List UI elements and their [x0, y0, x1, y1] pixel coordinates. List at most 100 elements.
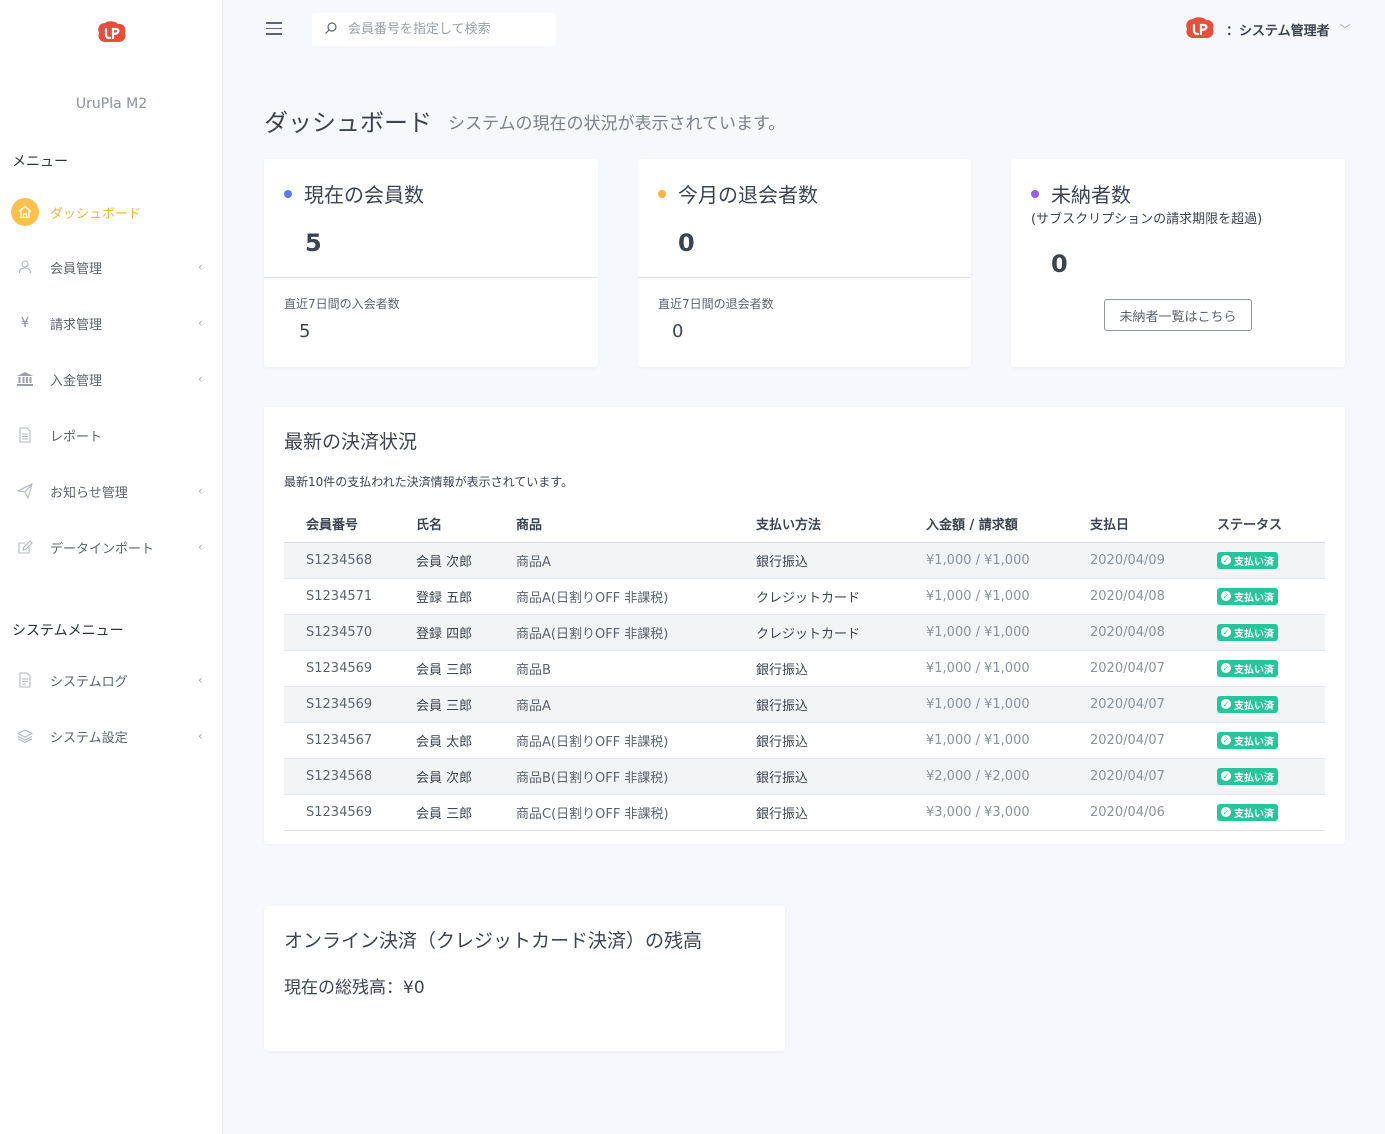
status-badge: ✓ 支払い済	[1217, 587, 1278, 605]
unpaid-note: (サブスクリプションの請求期限を超過)	[1031, 212, 1263, 227]
table-row[interactable]: S1234569 会員 三郎 商品C(日割りOFF 非課税) 銀行振込 ¥3,000 /…	[284, 794, 1325, 831]
member-id-cell: S1234568	[284, 758, 394, 795]
members-card-title: 現在の会員数	[284, 179, 424, 208]
withdrawals-card-title: 今月の退会者数	[658, 179, 818, 208]
status-badge: ✓ 支払い済	[1217, 551, 1278, 569]
member-id-cell: S1234569	[284, 794, 394, 831]
send-icon	[14, 480, 36, 502]
balance-card: オンライン決済（クレジットカード決済）の残高 現在の総残高：¥0	[264, 906, 785, 1051]
payment-method-cell: 銀行振込	[734, 722, 904, 759]
status-label: 支払い済	[1234, 664, 1274, 676]
payments-title: 最新の決済状況	[284, 431, 418, 453]
table-row[interactable]: S1234571 登録 五郎 商品A(日割りOFF 非課税) クレジットカード ¥1,0…	[284, 578, 1325, 615]
name-cell: 会員 次郎	[394, 542, 494, 579]
table-row[interactable]: S1234569 会員 三郎 商品B 銀行振込 ¥1,000 / ¥1,000 2020/…	[284, 650, 1325, 687]
payment-method-cell: 銀行振込	[734, 686, 904, 723]
name-cell: 会員 三郎	[394, 650, 494, 687]
sidebar-item-system-settings[interactable]: システム設定 ‹	[0, 718, 223, 754]
chevron-left-icon: ‹	[198, 729, 203, 743]
name-cell: 会員 次郎	[394, 758, 494, 795]
new-members-count: 5	[299, 321, 311, 342]
unpaid-card-title: 未納者数	[1031, 179, 1131, 208]
status-badge: ✓ 支払い済	[1217, 731, 1278, 749]
edit-icon	[14, 536, 36, 558]
table-row[interactable]: S1234567 会員 太郎 商品A(日割りOFF 非課税) 銀行振込 ¥1,000 /…	[284, 722, 1325, 759]
status-label: 支払い済	[1234, 556, 1274, 568]
payment-method-cell: 銀行振込	[734, 794, 904, 831]
payment-date-cell: 2020/04/09	[1068, 542, 1195, 579]
sidebar-item-reports[interactable]: レポート	[0, 417, 223, 453]
name-cell: 登録 五郎	[394, 578, 494, 615]
payment-method-cell: 銀行振込	[734, 650, 904, 687]
document-icon	[14, 424, 36, 446]
sidebar-item-label: システムログ	[50, 674, 128, 690]
layers-icon	[14, 725, 36, 747]
check-circle-icon: ✓	[1221, 735, 1231, 745]
name-cell: 会員 三郎	[394, 794, 494, 831]
product-cell: 商品B(日割りOFF 非課税)	[494, 758, 734, 795]
column-header: ステータス	[1195, 506, 1325, 543]
log-icon	[14, 669, 36, 691]
sidebar-item-members[interactable]: 会員管理 ‹	[0, 249, 223, 285]
table-row[interactable]: S1234568 会員 次郎 商品B(日割りOFF 非課税) 銀行振込 ¥2,000 /…	[284, 758, 1325, 795]
members-card: 現在の会員数 5 直近7日間の入会者数 5	[264, 159, 598, 367]
divider	[264, 277, 598, 278]
system-menu-title: システムメニュー	[12, 623, 124, 639]
withdrawals-card: 今月の退会者数 0 直近7日間の退会者数 0	[638, 159, 971, 367]
menu-title: メニュー	[12, 154, 68, 170]
status-cell: ✓ 支払い済	[1195, 686, 1325, 723]
sidebar-item-dashboard[interactable]: ダッシュボード	[0, 194, 223, 230]
unpaid-card: 未納者数 (サブスクリプションの請求期限を超過) 0 未納者一覧はこちら	[1011, 159, 1345, 367]
payment-date-cell: 2020/04/08	[1068, 578, 1195, 615]
table-row[interactable]: S1234569 会員 三郎 商品A 銀行振込 ¥1,000 / ¥1,000 2020/…	[284, 686, 1325, 723]
logo-icon[interactable]	[96, 20, 128, 46]
payment-date-cell: 2020/04/07	[1068, 650, 1195, 687]
yen-icon: ¥	[20, 315, 30, 331]
sidebar-item-deposits[interactable]: 入金管理 ‹	[0, 361, 223, 397]
members-count: 5	[305, 229, 322, 257]
amount-cell: ¥1,000 / ¥1,000	[904, 578, 1068, 615]
table-header-row: 会員番号 氏名 商品 支払い方法 入金額 / 請求額 支払日 ステータス	[284, 506, 1325, 543]
unpaid-list-button[interactable]: 未納者一覧はこちら	[1104, 299, 1252, 331]
sidebar-item-label: データインポート	[50, 541, 155, 557]
payment-date-cell: 2020/04/07	[1068, 758, 1195, 795]
member-id-cell: S1234570	[284, 614, 394, 651]
user-menu[interactable]: ：システム管理者 ﹀	[1184, 14, 1351, 44]
name-cell: 会員 太郎	[394, 722, 494, 759]
amount-cell: ¥3,000 / ¥3,000	[904, 794, 1068, 831]
sidebar-item-billing[interactable]: ¥ 請求管理 ‹	[0, 305, 223, 341]
sidebar: UruPla M2 メニュー ダッシュボード 会員管理 ‹ ¥ 請求管理 ‹ 入…	[0, 0, 223, 1134]
member-id-cell: S1234567	[284, 722, 394, 759]
column-header: 入金額 / 請求額	[904, 506, 1068, 543]
table-row[interactable]: S1234570 登録 四郎 商品A(日割りOFF 非課税) クレジットカード ¥1,0…	[284, 614, 1325, 651]
status-badge: ✓ 支払い済	[1217, 695, 1278, 713]
sidebar-item-system-log[interactable]: システムログ ‹	[0, 662, 223, 698]
product-cell: 商品B	[494, 650, 734, 687]
chevron-left-icon: ‹	[198, 372, 203, 386]
search-icon	[325, 22, 337, 34]
sidebar-item-label: ダッシュボード	[50, 206, 142, 222]
table-row[interactable]: S1234568 会員 次郎 商品A 銀行振込 ¥1,000 / ¥1,000 2020/…	[284, 542, 1325, 579]
menu-toggle-icon[interactable]	[266, 22, 282, 35]
sidebar-item-import[interactable]: データインポート ‹	[0, 529, 223, 565]
status-label: 支払い済	[1234, 808, 1274, 820]
status-badge: ✓ 支払い済	[1217, 803, 1278, 821]
chevron-left-icon: ‹	[198, 260, 203, 274]
product-cell: 商品A(日割りOFF 非課税)	[494, 722, 734, 759]
amount-cell: ¥1,000 / ¥1,000	[904, 650, 1068, 687]
bank-icon	[14, 368, 36, 390]
column-header: 会員番号	[284, 506, 394, 543]
column-header: 支払日	[1068, 506, 1195, 543]
status-cell: ✓ 支払い済	[1195, 578, 1325, 615]
status-label: 支払い済	[1234, 628, 1274, 640]
search-input[interactable]	[348, 19, 548, 40]
chevron-left-icon: ‹	[198, 484, 203, 498]
product-cell: 商品A(日割りOFF 非課税)	[494, 614, 734, 651]
app-name: UruPla M2	[75, 96, 148, 112]
check-circle-icon: ✓	[1221, 663, 1231, 673]
member-id-cell: S1234569	[284, 686, 394, 723]
status-cell: ✓ 支払い済	[1195, 758, 1325, 795]
sidebar-item-notices[interactable]: お知らせ管理 ‹	[0, 473, 223, 509]
chevron-left-icon: ‹	[198, 540, 203, 554]
withdrawals-title: 今月の退会者数	[678, 183, 818, 207]
